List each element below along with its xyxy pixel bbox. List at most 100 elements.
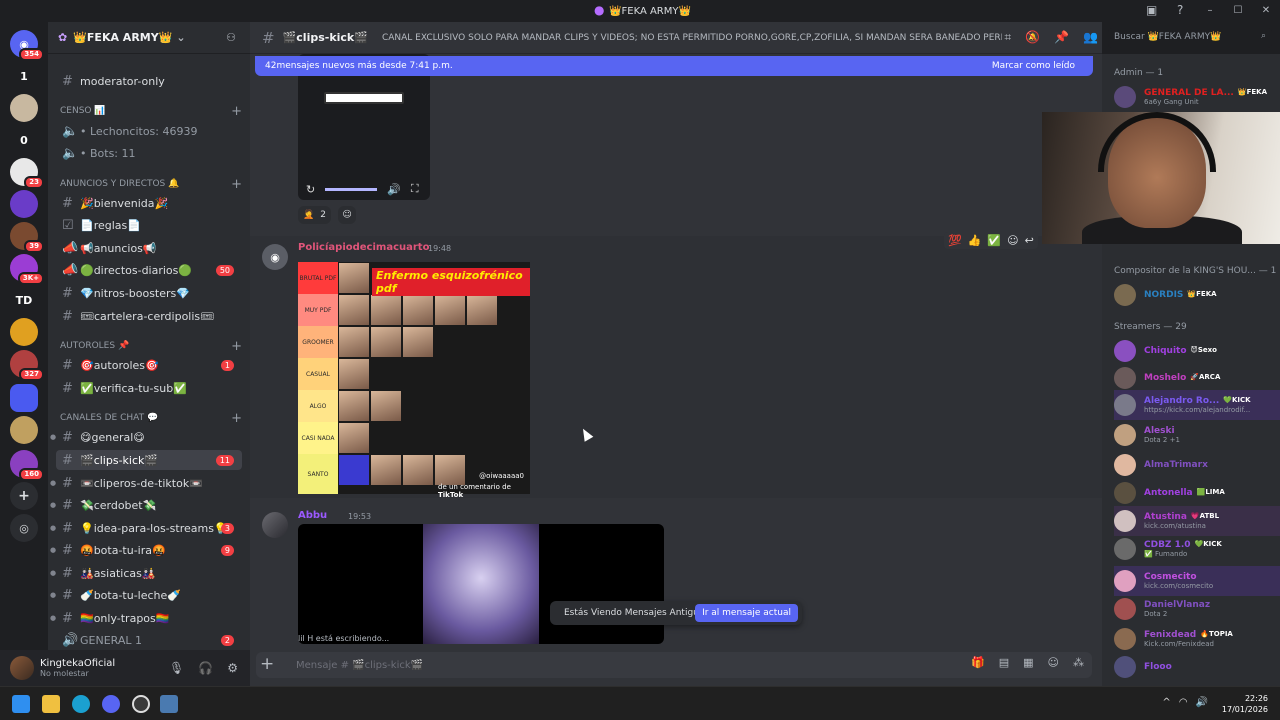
category-censo[interactable]: CENSO 📊 + bbox=[60, 104, 246, 119]
edge-icon[interactable] bbox=[72, 695, 90, 713]
member-item[interactable]: Moshelo 🚀ARCA bbox=[1114, 363, 1280, 393]
member-item[interactable]: Atustina 💗ATBL kick.com/atustina bbox=[1114, 506, 1280, 536]
member-item[interactable]: NORDIS 👑FEKA bbox=[1114, 280, 1280, 310]
microphone-icon[interactable]: 🎙 bbox=[169, 661, 184, 675]
member-item[interactable]: GENERAL DE LA... 👑FEKA 6a6y Gang Unit bbox=[1114, 82, 1280, 112]
headphones-icon[interactable]: 🎧 bbox=[198, 661, 213, 675]
discord-taskbar-icon[interactable] bbox=[102, 695, 120, 713]
member-item[interactable]: Chiquito 😈Sexo bbox=[1114, 336, 1280, 366]
home-button[interactable]: ◉ 354 bbox=[10, 30, 44, 61]
add-server-button[interactable]: + bbox=[10, 482, 38, 510]
close-button[interactable]: ✕ bbox=[1252, 0, 1280, 22]
message-author[interactable]: Policíapiodecimacuarto bbox=[298, 242, 429, 253]
message-input[interactable]: Mensaje # 🎬clips-kick🎬 bbox=[256, 652, 1092, 678]
obs-icon[interactable] bbox=[132, 695, 150, 713]
member-item[interactable]: DanielVlanaz Dota 2 bbox=[1114, 594, 1280, 624]
start-menu-icon[interactable] bbox=[12, 695, 30, 713]
server-item[interactable] bbox=[10, 416, 38, 444]
chevron-up-icon[interactable]: ^ bbox=[1162, 697, 1170, 708]
channel-cerdobet[interactable]: ● # 💸cerdobet💸 bbox=[50, 495, 242, 515]
apps-icon[interactable]: ⁂ bbox=[1073, 656, 1084, 669]
server-item[interactable] bbox=[10, 318, 38, 346]
member-item[interactable]: CDBZ 1.0 💚KICK ✅ Fumando bbox=[1114, 534, 1280, 564]
help-icon[interactable]: ? bbox=[1177, 3, 1183, 17]
emoji-icon[interactable]: ☺ bbox=[1048, 656, 1059, 669]
search-input[interactable]: Buscar 👑FEKA ARMY👑 ⌕ bbox=[1108, 28, 1272, 48]
mute-bell-icon[interactable]: 🔕 bbox=[1025, 30, 1040, 45]
channel-idea-streams[interactable]: ● # 💡idea-para-los-streams💡 3 bbox=[50, 518, 242, 538]
tierlist-image[interactable]: BRUTAL PDF MUY PDF GROOMER CASUAL ALGO C… bbox=[298, 262, 530, 499]
server-item[interactable] bbox=[10, 94, 38, 122]
reaction-shortcut-icon[interactable]: 💯 bbox=[948, 234, 962, 247]
channel-bota-tu-ira[interactable]: ● # 🤬bota-tu-ira🤬 9 bbox=[50, 540, 242, 560]
discover-button[interactable]: ◎ bbox=[10, 514, 38, 542]
avatar[interactable]: ◉ bbox=[262, 244, 288, 270]
category-chat[interactable]: CANALES DE CHAT 💬 + bbox=[60, 411, 246, 426]
category-autoroles[interactable]: AUTOROLES 📌 + bbox=[60, 339, 246, 354]
channel-clips-kick[interactable]: # 🎬clips-kick🎬 11 bbox=[56, 450, 242, 470]
channel-nitros-boosters[interactable]: # 💎nitros-boosters💎 bbox=[56, 283, 242, 303]
fullscreen-icon[interactable]: ⛶ bbox=[411, 182, 419, 196]
server-item[interactable]: 1 bbox=[10, 62, 38, 90]
category-anuncios[interactable]: ANUNCIOS Y DIRECTOS 🔔 + bbox=[60, 177, 246, 192]
check-icon[interactable]: ✅ bbox=[987, 234, 1001, 247]
channel-anuncios[interactable]: 📣 📢anuncios📢 bbox=[56, 238, 242, 258]
calculator-icon[interactable] bbox=[160, 695, 178, 713]
maximize-button[interactable]: ☐ bbox=[1224, 0, 1252, 22]
channel-general[interactable]: ● # 😋general😋 bbox=[50, 427, 242, 447]
file-explorer-icon[interactable] bbox=[42, 695, 60, 713]
channel-moderator-only[interactable]: # moderator-only bbox=[56, 71, 242, 91]
add-channel-icon[interactable]: + bbox=[231, 339, 242, 354]
server-item[interactable]: 327 bbox=[10, 350, 44, 381]
voice-channel-general-1[interactable]: 🔊 GENERAL 1 2 bbox=[56, 630, 242, 650]
add-channel-icon[interactable]: + bbox=[231, 177, 242, 192]
channel-bienvenida[interactable]: # 🎉bienvenida🎉 bbox=[56, 193, 242, 213]
message-author[interactable]: Abbu bbox=[298, 510, 327, 521]
new-messages-bar[interactable]: 42mensajes nuevos más desde 7:41 p.m. Ma… bbox=[255, 56, 1093, 76]
member-item[interactable]: Aleski Dota 2 +1 bbox=[1114, 420, 1280, 450]
add-channel-icon[interactable]: + bbox=[231, 104, 242, 119]
add-reaction-button[interactable]: ☺ bbox=[338, 206, 356, 224]
inbox-icon[interactable]: ▣ bbox=[1146, 3, 1157, 17]
member-item[interactable]: Flooo bbox=[1114, 652, 1280, 682]
threads-icon[interactable]: ⌗ bbox=[1004, 30, 1011, 45]
member-item[interactable]: Antonella 🟩LIMA bbox=[1114, 478, 1280, 508]
reply-icon[interactable]: ↩ bbox=[1025, 234, 1034, 247]
mark-as-read-button[interactable]: Marcar como leído bbox=[992, 61, 1075, 71]
channel-reglas[interactable]: ☑ 📄reglas📄 bbox=[56, 215, 242, 235]
jump-to-present-button[interactable]: Ir al mensaje actual bbox=[695, 604, 798, 622]
wifi-icon[interactable]: ◠ bbox=[1179, 697, 1188, 708]
video-embed[interactable] bbox=[298, 524, 664, 644]
gear-icon[interactable]: ⚙ bbox=[227, 661, 238, 675]
server-header[interactable]: ✿ 👑FEKA ARMY👑 ⌄ ⚇ bbox=[48, 22, 250, 54]
channel-verifica[interactable]: # ✅verifica-tu-sub✅ bbox=[56, 378, 242, 398]
attach-plus-icon[interactable]: + bbox=[260, 654, 274, 674]
server-item[interactable]: 39 bbox=[10, 222, 44, 253]
channel-asiaticas[interactable]: ● # 🎎asiaticas🎎 bbox=[50, 563, 242, 583]
folder-item[interactable] bbox=[10, 384, 38, 412]
replay-icon[interactable]: ↻ bbox=[306, 183, 315, 196]
reaction[interactable]: 🤦 2 bbox=[298, 206, 331, 224]
voice-channel-bots[interactable]: 🔈 • Bots: 11 bbox=[56, 143, 242, 163]
clock[interactable]: 22:26 17/01/2026 bbox=[1222, 693, 1268, 715]
channel-topic[interactable]: CANAL EXCLUSIVO SOLO PARA MANDAR CLIPS Y… bbox=[382, 33, 1002, 43]
volume-icon[interactable]: 🔊 bbox=[387, 183, 401, 196]
server-item[interactable]: 3K+ bbox=[10, 254, 44, 285]
member-item[interactable]: AlmaTrimarx bbox=[1114, 450, 1280, 480]
server-item[interactable]: 0 bbox=[10, 126, 38, 154]
channel-cartelera[interactable]: # 🎟cartelera-cerdipolis🎟 bbox=[56, 306, 242, 326]
gift-icon[interactable]: 🎁 bbox=[971, 656, 985, 669]
server-item[interactable] bbox=[10, 190, 38, 218]
invite-icon[interactable]: ⚇ bbox=[226, 31, 236, 44]
thumbs-up-icon[interactable]: 👍 bbox=[968, 234, 982, 247]
member-list-icon[interactable]: 👥 bbox=[1083, 30, 1098, 45]
channel-directos-diarios[interactable]: 📣 🟢directos-diarios🟢 50 bbox=[56, 260, 242, 280]
minimize-button[interactable]: – bbox=[1196, 0, 1224, 22]
server-item[interactable]: 23 bbox=[10, 158, 44, 189]
avatar[interactable] bbox=[262, 512, 288, 538]
member-item[interactable]: Cosmecito kick.com/cosmecito bbox=[1114, 566, 1280, 596]
voice-channel-lechoncitos[interactable]: 🔈 • Lechoncitos: 46939 bbox=[56, 121, 242, 141]
channel-autoroles[interactable]: # 🎯autoroles🎯 1 bbox=[56, 355, 242, 375]
add-channel-icon[interactable]: + bbox=[231, 411, 242, 426]
member-item[interactable]: Alejandro Ro... 💚KICK https://kick.com/ale… bbox=[1114, 390, 1280, 420]
